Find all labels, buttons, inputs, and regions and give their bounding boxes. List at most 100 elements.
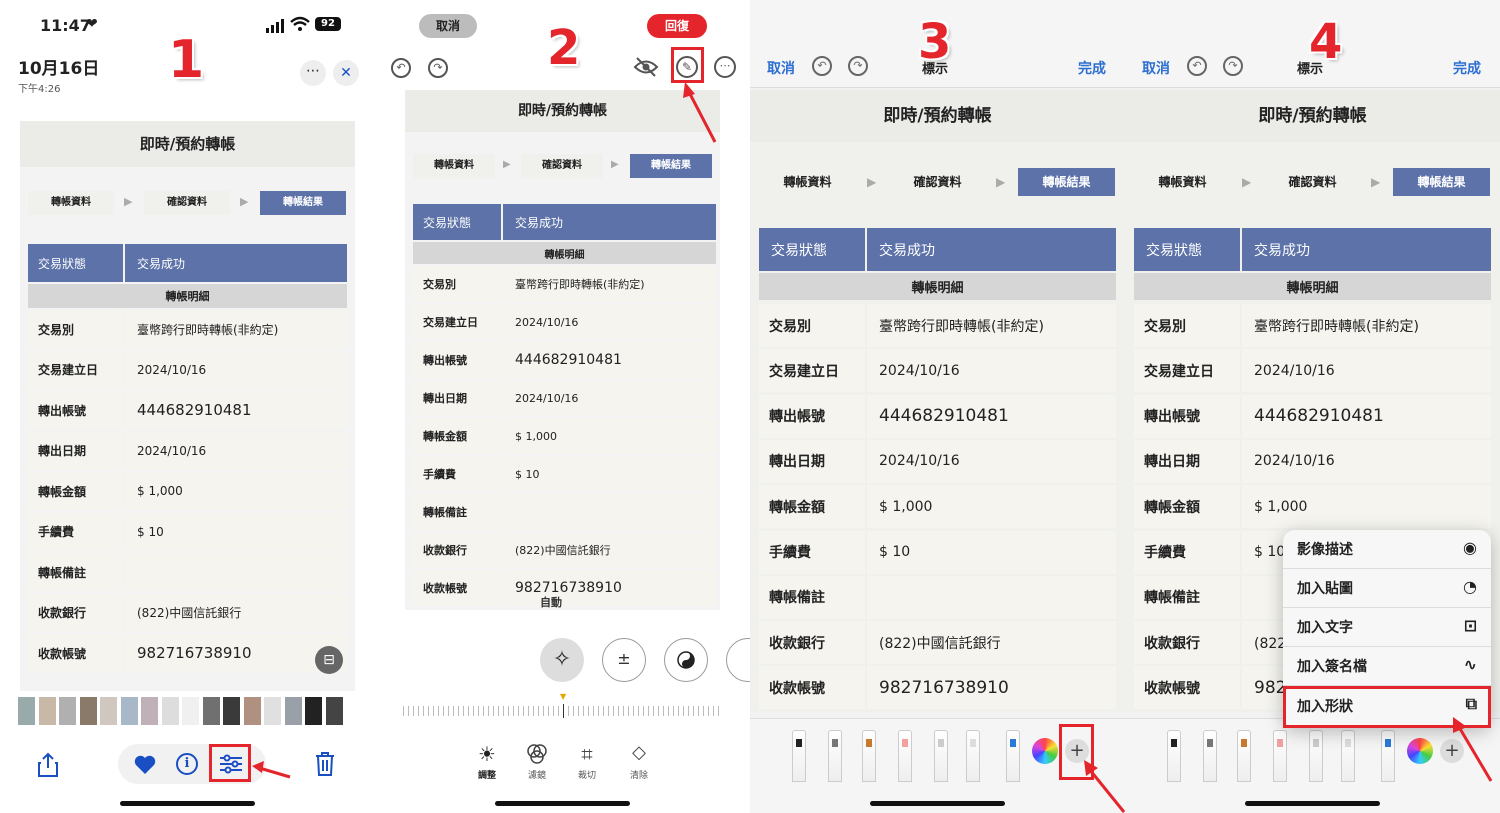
pencil-tool-icon[interactable] xyxy=(1381,730,1395,782)
row-label: 收款銀行 xyxy=(1134,621,1240,665)
slider-marker-icon: ▼ xyxy=(560,692,567,701)
menu-item-image-description[interactable]: 影像描述 ◉ xyxy=(1283,530,1491,569)
done-button[interactable]: 完成 xyxy=(1453,58,1481,78)
hide-eye-icon[interactable] xyxy=(633,56,659,78)
close-icon[interactable]: ✕ xyxy=(333,60,359,86)
slider-tick xyxy=(578,706,579,716)
brilliance-icon[interactable] xyxy=(664,638,708,682)
marker-tool-icon[interactable] xyxy=(1203,730,1217,782)
tab-crop[interactable]: 裁切 xyxy=(569,768,605,781)
menu-item-add-sticker[interactable]: 加入貼圖 ◔ xyxy=(1283,569,1491,608)
filters-icon[interactable] xyxy=(525,742,549,766)
eraser-icon[interactable]: ◇ xyxy=(627,742,651,766)
highlighter-tool-icon[interactable] xyxy=(1237,730,1251,782)
home-indicator xyxy=(870,801,1005,806)
photo-thumbnail[interactable] xyxy=(161,697,179,725)
undo-icon[interactable]: ↶ xyxy=(391,58,411,78)
highlighter-tool-icon[interactable] xyxy=(862,730,876,782)
eraser-tool-icon[interactable] xyxy=(898,730,912,782)
slider-tick xyxy=(678,706,679,716)
slider-tick xyxy=(523,706,524,716)
menu-item-label: 加入貼圖 xyxy=(1297,581,1353,597)
photo-thumbnail[interactable] xyxy=(243,697,261,725)
photo-thumbnail[interactable] xyxy=(305,697,322,725)
slider-tick xyxy=(463,706,464,716)
table-row: 交易建立日 2024/10/16 xyxy=(1125,349,1500,393)
photo-thumbnail[interactable] xyxy=(325,697,343,725)
slider-tick xyxy=(548,706,549,716)
lasso-tool-icon[interactable] xyxy=(934,730,948,782)
revert-button[interactable]: 回復 xyxy=(647,14,707,38)
ruler-tool-icon[interactable] xyxy=(1341,730,1355,782)
cancel-button[interactable]: 取消 xyxy=(1142,58,1170,78)
row-value xyxy=(125,553,347,591)
pencil-tool-icon[interactable] xyxy=(1006,730,1020,782)
status-value: 交易成功 xyxy=(125,244,347,282)
adjust-option-icon[interactable] xyxy=(726,638,750,682)
slider-tick xyxy=(423,706,424,716)
thumbnail-strip[interactable] xyxy=(18,697,353,725)
photo-thumbnail[interactable] xyxy=(59,697,76,725)
photo-thumbnail[interactable] xyxy=(38,697,56,725)
pen-tip-icon xyxy=(1207,739,1213,747)
undo-icon[interactable]: ↶ xyxy=(812,56,832,76)
photo-thumbnail[interactable] xyxy=(141,697,158,725)
cancel-button[interactable]: 取消 xyxy=(767,58,795,78)
section-header: 轉帳明細 xyxy=(759,273,1116,300)
photo-thumbnail[interactable] xyxy=(100,697,117,725)
photo-thumbnail[interactable] xyxy=(18,697,35,725)
cancel-button[interactable]: 取消 xyxy=(419,14,477,38)
info-icon[interactable]: i xyxy=(176,753,198,775)
slider-tick xyxy=(488,706,489,716)
row-label: 交易別 xyxy=(28,310,123,348)
photo-thumbnail[interactable] xyxy=(182,697,199,725)
magic-wand-icon[interactable]: ✧ xyxy=(540,638,584,682)
accessibility-icon: ◉ xyxy=(1463,538,1477,557)
step-confirm-data: 確認資料 xyxy=(889,168,986,196)
crop-icon[interactable]: ⌗ xyxy=(575,742,599,766)
menu-item-add-text[interactable]: 加入文字 ⊡ xyxy=(1283,608,1491,647)
done-button[interactable]: 完成 xyxy=(1078,58,1106,78)
tab-adjust[interactable]: 調整 xyxy=(469,768,505,781)
more-icon[interactable]: ⋯ xyxy=(300,60,326,86)
color-picker-icon[interactable] xyxy=(1407,738,1433,764)
redo-icon[interactable]: ↷ xyxy=(1223,56,1243,76)
more-options-icon[interactable]: ⋯ xyxy=(714,56,736,78)
marker-tool-icon[interactable] xyxy=(828,730,842,782)
pen-tool-icon[interactable] xyxy=(792,730,806,782)
undo-icon[interactable]: ↶ xyxy=(1187,56,1207,76)
photo-thumbnail[interactable] xyxy=(284,697,302,725)
ruler-tool-icon[interactable] xyxy=(966,730,980,782)
row-label: 收款帳號 xyxy=(28,634,123,672)
color-picker-icon[interactable] xyxy=(1032,738,1058,764)
photo-thumbnail[interactable] xyxy=(223,697,240,725)
exposure-icon[interactable]: ± xyxy=(602,638,646,682)
adjust-dial-icon[interactable]: ☀ xyxy=(475,742,499,766)
row-value: 臺幣跨行即時轉帳(非約定) xyxy=(867,304,1116,347)
redo-icon[interactable]: ↷ xyxy=(848,56,868,76)
favorite-heart-icon[interactable] xyxy=(133,753,157,775)
photo-thumbnail[interactable] xyxy=(120,697,138,725)
row-label: 收款銀行 xyxy=(28,593,123,632)
tab-clear[interactable]: 清除 xyxy=(621,768,657,781)
photo-thumbnail[interactable] xyxy=(202,697,220,725)
home-indicator xyxy=(495,801,630,806)
adjust-slider[interactable]: ▼ xyxy=(403,692,723,718)
redo-icon[interactable]: ↷ xyxy=(428,58,448,78)
scan-text-icon[interactable]: ⊟ xyxy=(315,646,343,674)
eraser-tool-icon[interactable] xyxy=(1273,730,1287,782)
pen-tool-icon[interactable] xyxy=(1167,730,1181,782)
auto-label: 自動 xyxy=(540,596,562,609)
panel-photos-view: 11:47 ❤ 92 10月16日 下午4:26 1 ⋯ ✕ 即時/預約轉帳 轉… xyxy=(0,0,375,813)
trash-icon[interactable] xyxy=(314,751,336,777)
row-value: 2024/10/16 xyxy=(125,431,347,470)
table-row: 交易別 臺幣跨行即時轉帳(非約定) xyxy=(405,266,720,302)
tab-filters[interactable]: 濾鏡 xyxy=(519,768,555,781)
step-confirm-data: 確認資料 xyxy=(1264,168,1361,196)
status-time: 11:47 xyxy=(40,16,91,35)
menu-item-add-signature[interactable]: 加入簽名檔 ∿ xyxy=(1283,647,1491,686)
share-icon[interactable] xyxy=(36,752,60,778)
photo-thumbnail[interactable] xyxy=(79,697,97,725)
lasso-tool-icon[interactable] xyxy=(1309,730,1323,782)
photo-thumbnail[interactable] xyxy=(264,697,281,725)
